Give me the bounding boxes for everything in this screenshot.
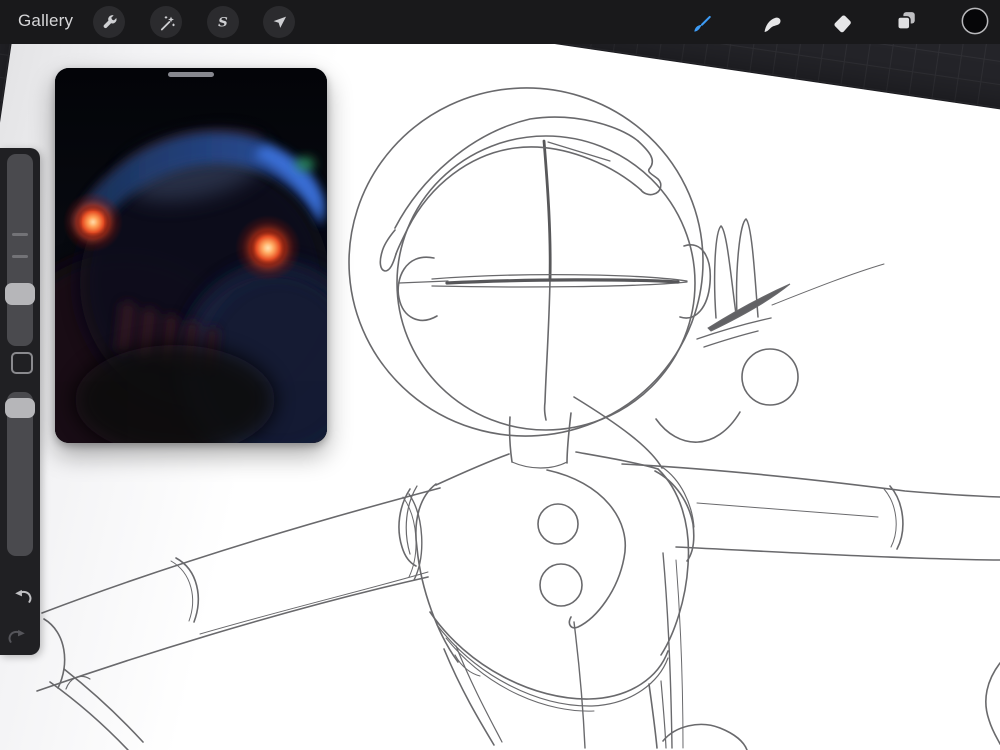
slider-tick <box>12 233 28 236</box>
magic-wand-icon <box>160 16 175 31</box>
brush-size-thumb[interactable] <box>5 283 35 305</box>
redo-button[interactable] <box>8 621 32 645</box>
layers-icon <box>896 12 915 30</box>
erase-tool-button[interactable] <box>824 5 856 37</box>
reference-drag-handle[interactable] <box>168 72 214 77</box>
selection-button[interactable]: S <box>207 6 239 38</box>
svg-text:S: S <box>218 15 228 31</box>
selection-s-icon: S <box>218 15 228 31</box>
transform-button[interactable] <box>263 6 295 38</box>
brush-size-slider[interactable] <box>7 154 33 346</box>
smudge-icon <box>764 17 781 33</box>
gallery-button[interactable]: Gallery <box>18 11 73 31</box>
brush-sidebar <box>0 148 40 655</box>
color-swatch-button[interactable] <box>959 5 991 37</box>
undo-button[interactable] <box>8 581 32 605</box>
reference-window[interactable] <box>55 68 327 443</box>
actions-button[interactable] <box>93 6 125 38</box>
paint-tool-button[interactable] <box>684 5 716 37</box>
paintbrush-icon <box>694 15 711 32</box>
adjustments-button[interactable] <box>150 6 182 38</box>
reference-image <box>55 68 327 443</box>
top-toolbar: Gallery S <box>0 0 1000 44</box>
brush-opacity-thumb[interactable] <box>5 398 35 418</box>
procreate-app: Gallery S <box>0 0 1000 750</box>
modify-button[interactable] <box>11 352 33 374</box>
eraser-icon <box>834 15 851 33</box>
slider-tick <box>12 255 28 258</box>
layers-button[interactable] <box>889 5 921 37</box>
smudge-tool-button[interactable] <box>754 5 786 37</box>
color-swatch-icon <box>961 7 989 35</box>
wrench-icon <box>103 15 117 29</box>
transform-arrow-icon <box>273 16 287 28</box>
